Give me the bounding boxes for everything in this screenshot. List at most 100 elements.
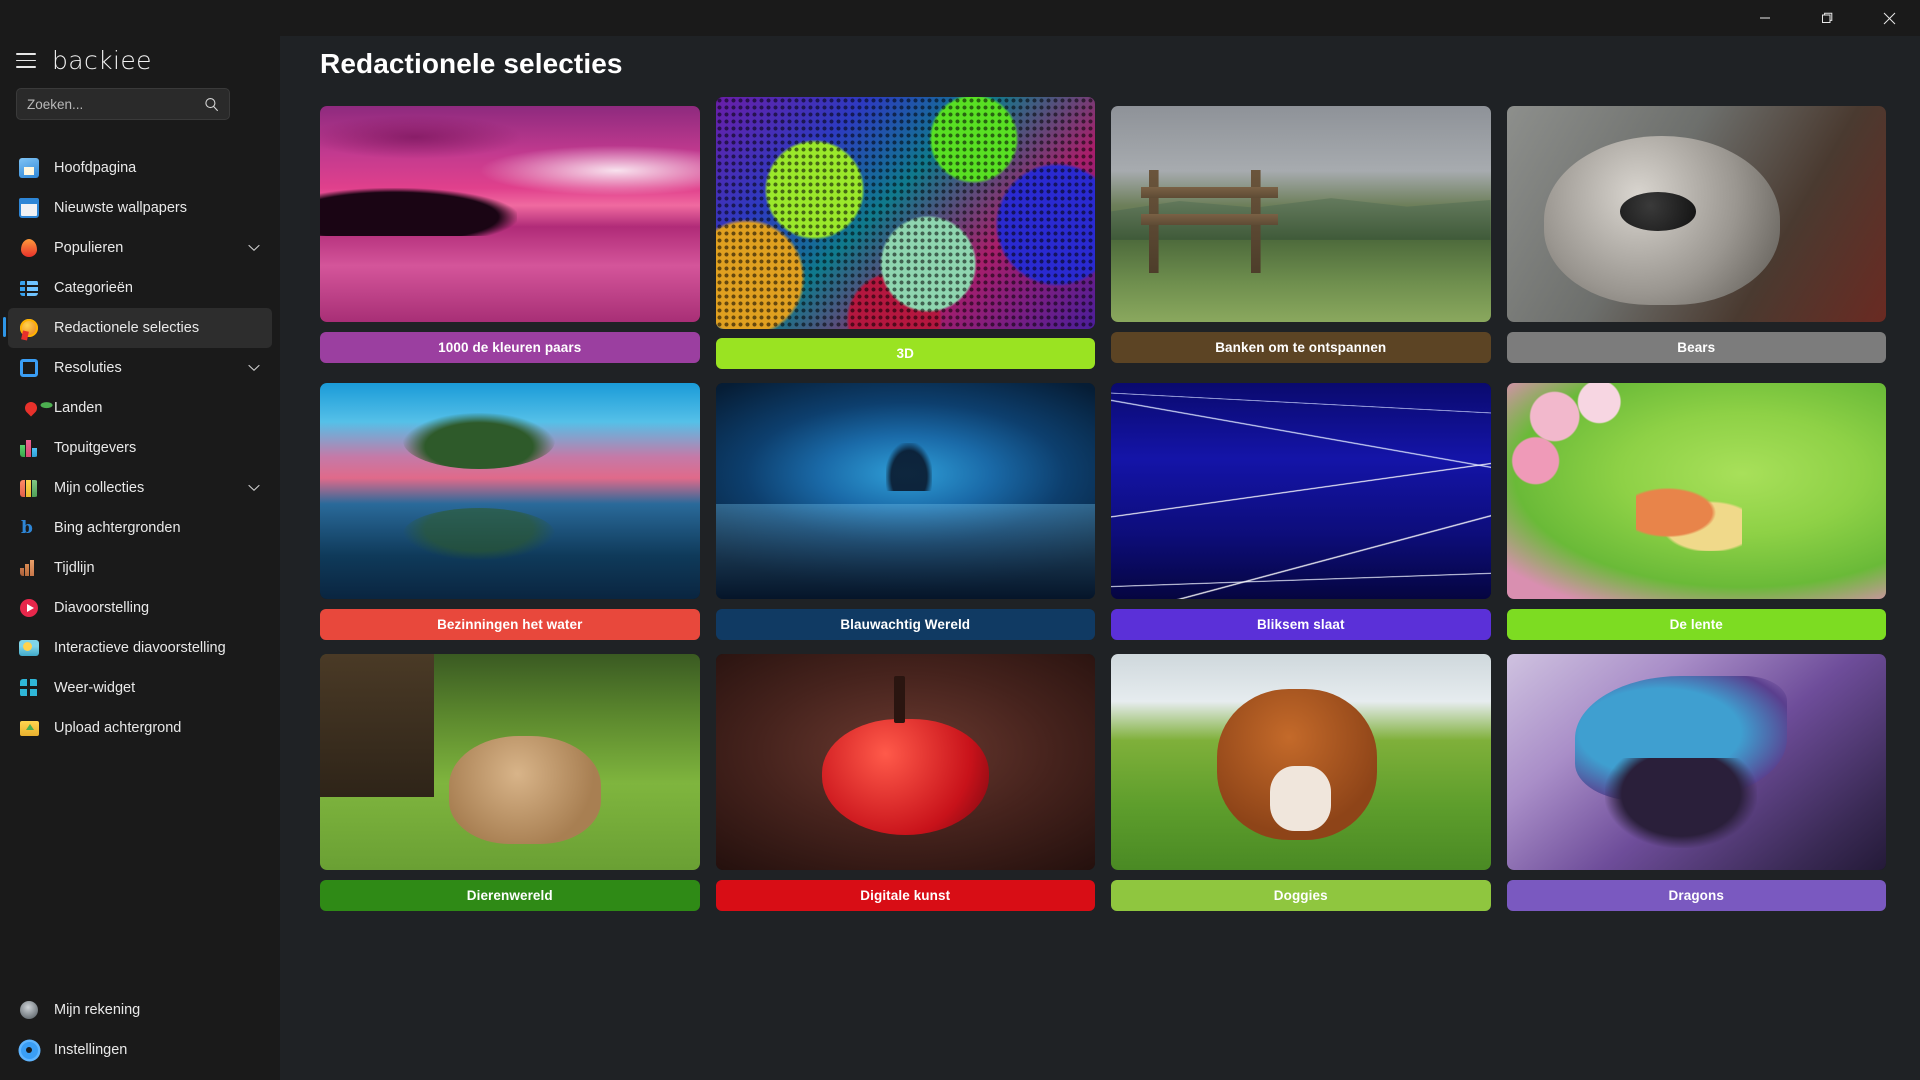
sidebar-item-label: Bing achtergronden [54,520,181,536]
sidebar-item-label: Mijn collecties [54,480,145,496]
sidebar-item-categorieen[interactable]: Categorieën [8,268,272,308]
card-thumbnail[interactable] [1111,383,1491,599]
search-input[interactable] [27,96,204,112]
thumbnail-image [1506,383,1886,599]
category-card[interactable]: Bezinningen het water [320,383,700,640]
sidebar-item-hoofdpagina[interactable]: Hoofdpagina [8,148,272,188]
category-card[interactable]: 3D [715,97,1095,369]
maximize-button[interactable] [1796,0,1858,36]
weather-icon [18,637,40,659]
sidebar-item-label: Mijn rekening [54,1002,141,1018]
sidebar-item-label: Redactionele selecties [54,320,200,336]
sidebar-item-interactieve-diavoorstelling[interactable]: Interactieve diavoorstelling [8,628,272,668]
category-card[interactable]: Doggies [1111,654,1491,911]
window-title-bar [0,0,1920,36]
card-thumbnail[interactable] [320,106,700,322]
bar-chart-icon [18,437,40,459]
sidebar-item-label: Tijdlijn [54,560,95,576]
card-thumbnail[interactable] [1506,106,1886,322]
sidebar-nav: Hoofdpagina Nieuwste wallpapers Populier… [0,148,280,748]
sidebar-item-diavoorstelling[interactable]: Diavoorstelling [8,588,272,628]
thumbnail-image [320,106,700,322]
card-label[interactable]: Dragons [1506,880,1886,911]
chevron-down-icon[interactable] [248,364,260,372]
sidebar-item-nieuwste-wallpapers[interactable]: Nieuwste wallpapers [8,188,272,228]
card-thumbnail[interactable] [1506,383,1886,599]
page-title: Redactionele selecties [320,48,623,79]
card-thumbnail[interactable] [1506,654,1886,870]
fire-icon [18,237,40,259]
sidebar-item-label: Upload achtergrond [54,720,182,736]
close-button[interactable] [1858,0,1920,36]
card-label[interactable]: 3D [715,338,1095,369]
sidebar-item-upload-achtergrond[interactable]: Upload achtergrond [8,708,272,748]
sidebar-item-topuitgevers[interactable]: Topuitgevers [8,428,272,468]
sidebar-item-label: Diavoorstelling [54,600,150,616]
category-card[interactable]: Bliksem slaat [1111,383,1491,640]
search-box[interactable] [16,88,230,120]
sidebar-item-populieren[interactable]: Populieren [8,228,272,268]
card-label[interactable]: 1000 de kleuren paars [320,332,700,363]
chevron-down-icon[interactable] [248,244,260,252]
card-label[interactable]: Bezinningen het water [320,609,700,640]
crop-icon [18,357,40,379]
category-card[interactable]: Bears [1506,106,1886,369]
card-label[interactable]: Digitale kunst [715,880,1095,911]
category-card[interactable]: Dierenwereld [320,654,700,911]
card-thumbnail[interactable] [320,383,700,599]
main-content: Redactionele selecties 1000 de kleuren p… [280,36,1920,1080]
thumbnail-image [320,383,700,599]
brand-row: backiee [16,46,152,75]
thumbnail-image [1506,106,1886,322]
card-label[interactable]: Doggies [1111,880,1491,911]
card-label[interactable]: Blauwachtig Wereld [715,609,1095,640]
grid-icon [18,677,40,699]
thumbnail-image [1111,654,1491,870]
sidebar-item-redactionele-selecties[interactable]: Redactionele selecties [3,308,272,348]
thumbnail-image [1111,106,1491,322]
sidebar: backiee Hoofdpagina Nieuwste wallpapers … [0,0,280,1080]
sidebar-item-label: Weer-widget [54,680,136,696]
category-card[interactable]: Blauwachtig Wereld [715,383,1095,640]
card-label[interactable]: Banken om te ontspannen [1111,332,1491,363]
card-label[interactable]: Bears [1506,332,1886,363]
sidebar-item-label: Landen [54,400,103,416]
category-card[interactable]: 1000 de kleuren paars [320,106,700,369]
category-card[interactable]: De lente [1506,383,1886,640]
sidebar-item-label: Populieren [54,240,124,256]
thumbnail-image [715,654,1095,870]
sidebar-item-bing-achtergronden[interactable]: b Bing achtergronden [8,508,272,548]
upload-icon [18,717,40,739]
sidebar-item-label: Hoofdpagina [54,160,137,176]
card-thumbnail[interactable] [1111,106,1491,322]
thumbnail-image [715,383,1095,599]
list-icon [18,277,40,299]
card-thumbnail[interactable] [320,654,700,870]
card-label[interactable]: Bliksem slaat [1111,609,1491,640]
search-icon[interactable] [204,97,219,112]
user-icon [18,999,40,1021]
minimize-button[interactable] [1734,0,1796,36]
sidebar-item-weer-widget[interactable]: Weer-widget [8,668,272,708]
card-thumbnail[interactable] [715,383,1095,599]
card-label[interactable]: Dierenwereld [320,880,700,911]
card-thumbnail[interactable] [1111,654,1491,870]
hamburger-icon[interactable] [16,53,36,68]
thumbnail-image [320,654,700,870]
sidebar-item-instellingen[interactable]: Instellingen [8,1030,272,1070]
sidebar-item-tijdlijn[interactable]: Tijdlijn [8,548,272,588]
sidebar-item-landen[interactable]: Landen [8,388,272,428]
thumbnail-image [1506,654,1886,870]
thumbnail-image [715,97,1095,329]
card-label[interactable]: De lente [1506,609,1886,640]
sidebar-item-mijn-collecties[interactable]: Mijn collecties [8,468,272,508]
card-thumbnail[interactable] [715,97,1095,329]
category-card[interactable]: Dragons [1506,654,1886,911]
sidebar-item-resoluties[interactable]: Resoluties [8,348,272,388]
sidebar-item-label: Nieuwste wallpapers [54,200,187,216]
category-card[interactable]: Digitale kunst [715,654,1095,911]
category-card[interactable]: Banken om te ontspannen [1111,106,1491,369]
chevron-down-icon[interactable] [248,484,260,492]
card-thumbnail[interactable] [715,654,1095,870]
sidebar-item-mijn-rekening[interactable]: Mijn rekening [8,990,272,1030]
